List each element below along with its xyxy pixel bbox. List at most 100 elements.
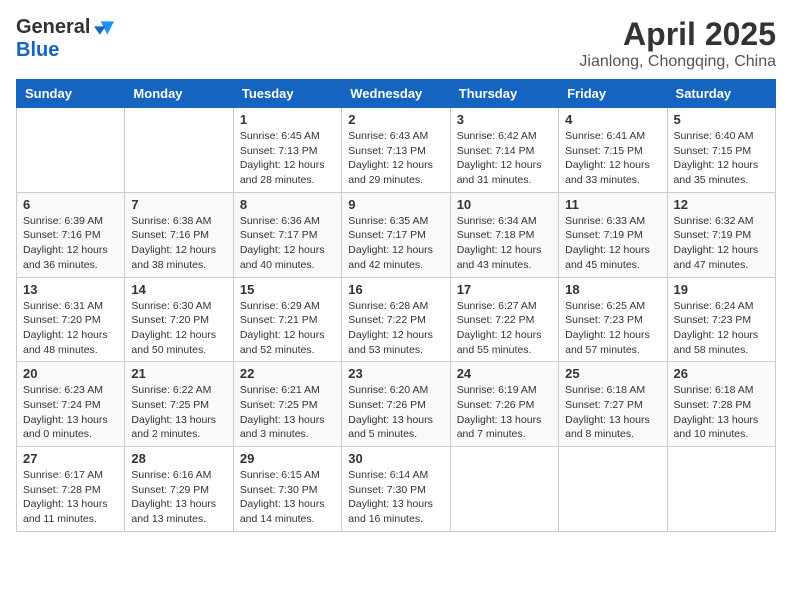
day-number: 30 [348,451,443,466]
calendar-cell: 6 Sunrise: 6:39 AMSunset: 7:16 PMDaylight… [17,192,125,277]
day-number: 27 [23,451,118,466]
calendar-week-row: 1Sunrise: 6:45 AMSunset: 7:13 PMDaylight… [17,108,776,193]
calendar-cell: 23 Sunrise: 6:20 AMSunset: 7:26 PMDayligh… [342,362,450,447]
day-number: 22 [240,366,335,381]
calendar-cell: 4 Sunrise: 6:41 AMSunset: 7:15 PMDaylight… [559,108,667,193]
day-info: Sunrise: 6:32 AMSunset: 7:19 PMDaylight:… [674,214,769,273]
calendar-cell [125,108,233,193]
day-number: 21 [131,366,226,381]
calendar-cell: 10 Sunrise: 6:34 AMSunset: 7:18 PMDayligh… [450,192,558,277]
calendar-week-row: 27 Sunrise: 6:17 AMSunset: 7:28 PMDayligh… [17,447,776,532]
day-info: Sunrise: 6:30 AMSunset: 7:20 PMDaylight:… [131,299,226,358]
page-header: General Blue April 2025 Jianlong, Chongq… [16,16,776,71]
calendar-cell: 26Sunrise: 6:18 AMSunset: 7:28 PMDayligh… [667,362,775,447]
day-number: 3 [457,112,552,127]
calendar-cell: 18Sunrise: 6:25 AMSunset: 7:23 PMDayligh… [559,277,667,362]
calendar-cell: 12Sunrise: 6:32 AMSunset: 7:19 PMDayligh… [667,192,775,277]
calendar-cell: 14 Sunrise: 6:30 AMSunset: 7:20 PMDayligh… [125,277,233,362]
day-info: Sunrise: 6:27 AMSunset: 7:22 PMDaylight:… [457,299,552,358]
day-info: Sunrise: 6:38 AMSunset: 7:16 PMDaylight:… [131,214,226,273]
day-number: 15 [240,282,335,297]
calendar-cell: 8 Sunrise: 6:36 AMSunset: 7:17 PMDaylight… [233,192,341,277]
day-number: 18 [565,282,660,297]
calendar-cell: 22Sunrise: 6:21 AMSunset: 7:25 PMDayligh… [233,362,341,447]
calendar-cell: 20 Sunrise: 6:23 AMSunset: 7:24 PMDayligh… [17,362,125,447]
day-info: Sunrise: 6:16 AMSunset: 7:29 PMDaylight:… [131,468,226,527]
day-number: 28 [131,451,226,466]
day-info: Sunrise: 6:39 AMSunset: 7:16 PMDaylight:… [23,214,118,273]
day-info: Sunrise: 6:34 AMSunset: 7:18 PMDaylight:… [457,214,552,273]
weekday-header: Thursday [450,80,558,108]
day-number: 24 [457,366,552,381]
day-number: 2 [348,112,443,127]
weekday-header: Sunday [17,80,125,108]
day-info: Sunrise: 6:22 AMSunset: 7:25 PMDaylight:… [131,383,226,442]
calendar-cell: 1Sunrise: 6:45 AMSunset: 7:13 PMDaylight… [233,108,341,193]
month-title: April 2025 [579,16,776,53]
day-number: 8 [240,197,335,212]
day-number: 10 [457,197,552,212]
weekday-header: Wednesday [342,80,450,108]
day-info: Sunrise: 6:31 AMSunset: 7:20 PMDaylight:… [23,299,118,358]
day-info: Sunrise: 6:28 AMSunset: 7:22 PMDaylight:… [348,299,443,358]
calendar-header-row: SundayMondayTuesdayWednesdayThursdayFrid… [17,80,776,108]
day-info: Sunrise: 6:23 AMSunset: 7:24 PMDaylight:… [23,383,118,442]
calendar-cell: 17 Sunrise: 6:27 AMSunset: 7:22 PMDayligh… [450,277,558,362]
logo-icon [94,18,114,38]
day-number: 20 [23,366,118,381]
calendar-cell: 24 Sunrise: 6:19 AMSunset: 7:26 PMDayligh… [450,362,558,447]
day-number: 6 [23,197,118,212]
calendar-cell: 21 Sunrise: 6:22 AMSunset: 7:25 PMDayligh… [125,362,233,447]
weekday-header: Friday [559,80,667,108]
day-number: 17 [457,282,552,297]
title-block: April 2025 Jianlong, Chongqing, China [579,16,776,71]
calendar-cell [450,447,558,532]
calendar-table: SundayMondayTuesdayWednesdayThursdayFrid… [16,79,776,532]
day-number: 4 [565,112,660,127]
day-info: Sunrise: 6:35 AMSunset: 7:17 PMDaylight:… [348,214,443,273]
day-number: 7 [131,197,226,212]
day-number: 16 [348,282,443,297]
day-info: Sunrise: 6:14 AMSunset: 7:30 PMDaylight:… [348,468,443,527]
calendar-cell: 25Sunrise: 6:18 AMSunset: 7:27 PMDayligh… [559,362,667,447]
calendar-cell: 19Sunrise: 6:24 AMSunset: 7:23 PMDayligh… [667,277,775,362]
logo-blue-text: Blue [16,39,59,62]
day-number: 5 [674,112,769,127]
calendar-cell: 30 Sunrise: 6:14 AMSunset: 7:30 PMDayligh… [342,447,450,532]
calendar-cell: 29 Sunrise: 6:15 AMSunset: 7:30 PMDayligh… [233,447,341,532]
weekday-header: Saturday [667,80,775,108]
calendar-cell: 11 Sunrise: 6:33 AMSunset: 7:19 PMDayligh… [559,192,667,277]
day-info: Sunrise: 6:19 AMSunset: 7:26 PMDaylight:… [457,383,552,442]
calendar-cell: 28 Sunrise: 6:16 AMSunset: 7:29 PMDayligh… [125,447,233,532]
day-info: Sunrise: 6:17 AMSunset: 7:28 PMDaylight:… [23,468,118,527]
day-info: Sunrise: 6:36 AMSunset: 7:17 PMDaylight:… [240,214,335,273]
day-number: 13 [23,282,118,297]
calendar-cell: 5 Sunrise: 6:40 AMSunset: 7:15 PMDaylight… [667,108,775,193]
day-number: 14 [131,282,226,297]
day-number: 29 [240,451,335,466]
calendar-cell: 9Sunrise: 6:35 AMSunset: 7:17 PMDaylight… [342,192,450,277]
calendar-cell [17,108,125,193]
weekday-header: Tuesday [233,80,341,108]
calendar-cell [559,447,667,532]
day-number: 25 [565,366,660,381]
calendar-cell [667,447,775,532]
day-info: Sunrise: 6:20 AMSunset: 7:26 PMDaylight:… [348,383,443,442]
day-number: 1 [240,112,335,127]
logo: General Blue [16,16,114,62]
day-info: Sunrise: 6:33 AMSunset: 7:19 PMDaylight:… [565,214,660,273]
calendar-cell: 7 Sunrise: 6:38 AMSunset: 7:16 PMDaylight… [125,192,233,277]
day-number: 19 [674,282,769,297]
day-number: 11 [565,197,660,212]
calendar-cell: 27 Sunrise: 6:17 AMSunset: 7:28 PMDayligh… [17,447,125,532]
day-info: Sunrise: 6:41 AMSunset: 7:15 PMDaylight:… [565,129,660,188]
calendar-cell: 3Sunrise: 6:42 AMSunset: 7:14 PMDaylight… [450,108,558,193]
day-number: 23 [348,366,443,381]
weekday-header: Monday [125,80,233,108]
calendar-cell: 13 Sunrise: 6:31 AMSunset: 7:20 PMDayligh… [17,277,125,362]
day-info: Sunrise: 6:40 AMSunset: 7:15 PMDaylight:… [674,129,769,188]
day-info: Sunrise: 6:43 AMSunset: 7:13 PMDaylight:… [348,129,443,188]
calendar-cell: 15Sunrise: 6:29 AMSunset: 7:21 PMDayligh… [233,277,341,362]
day-info: Sunrise: 6:15 AMSunset: 7:30 PMDaylight:… [240,468,335,527]
calendar-week-row: 6 Sunrise: 6:39 AMSunset: 7:16 PMDaylight… [17,192,776,277]
